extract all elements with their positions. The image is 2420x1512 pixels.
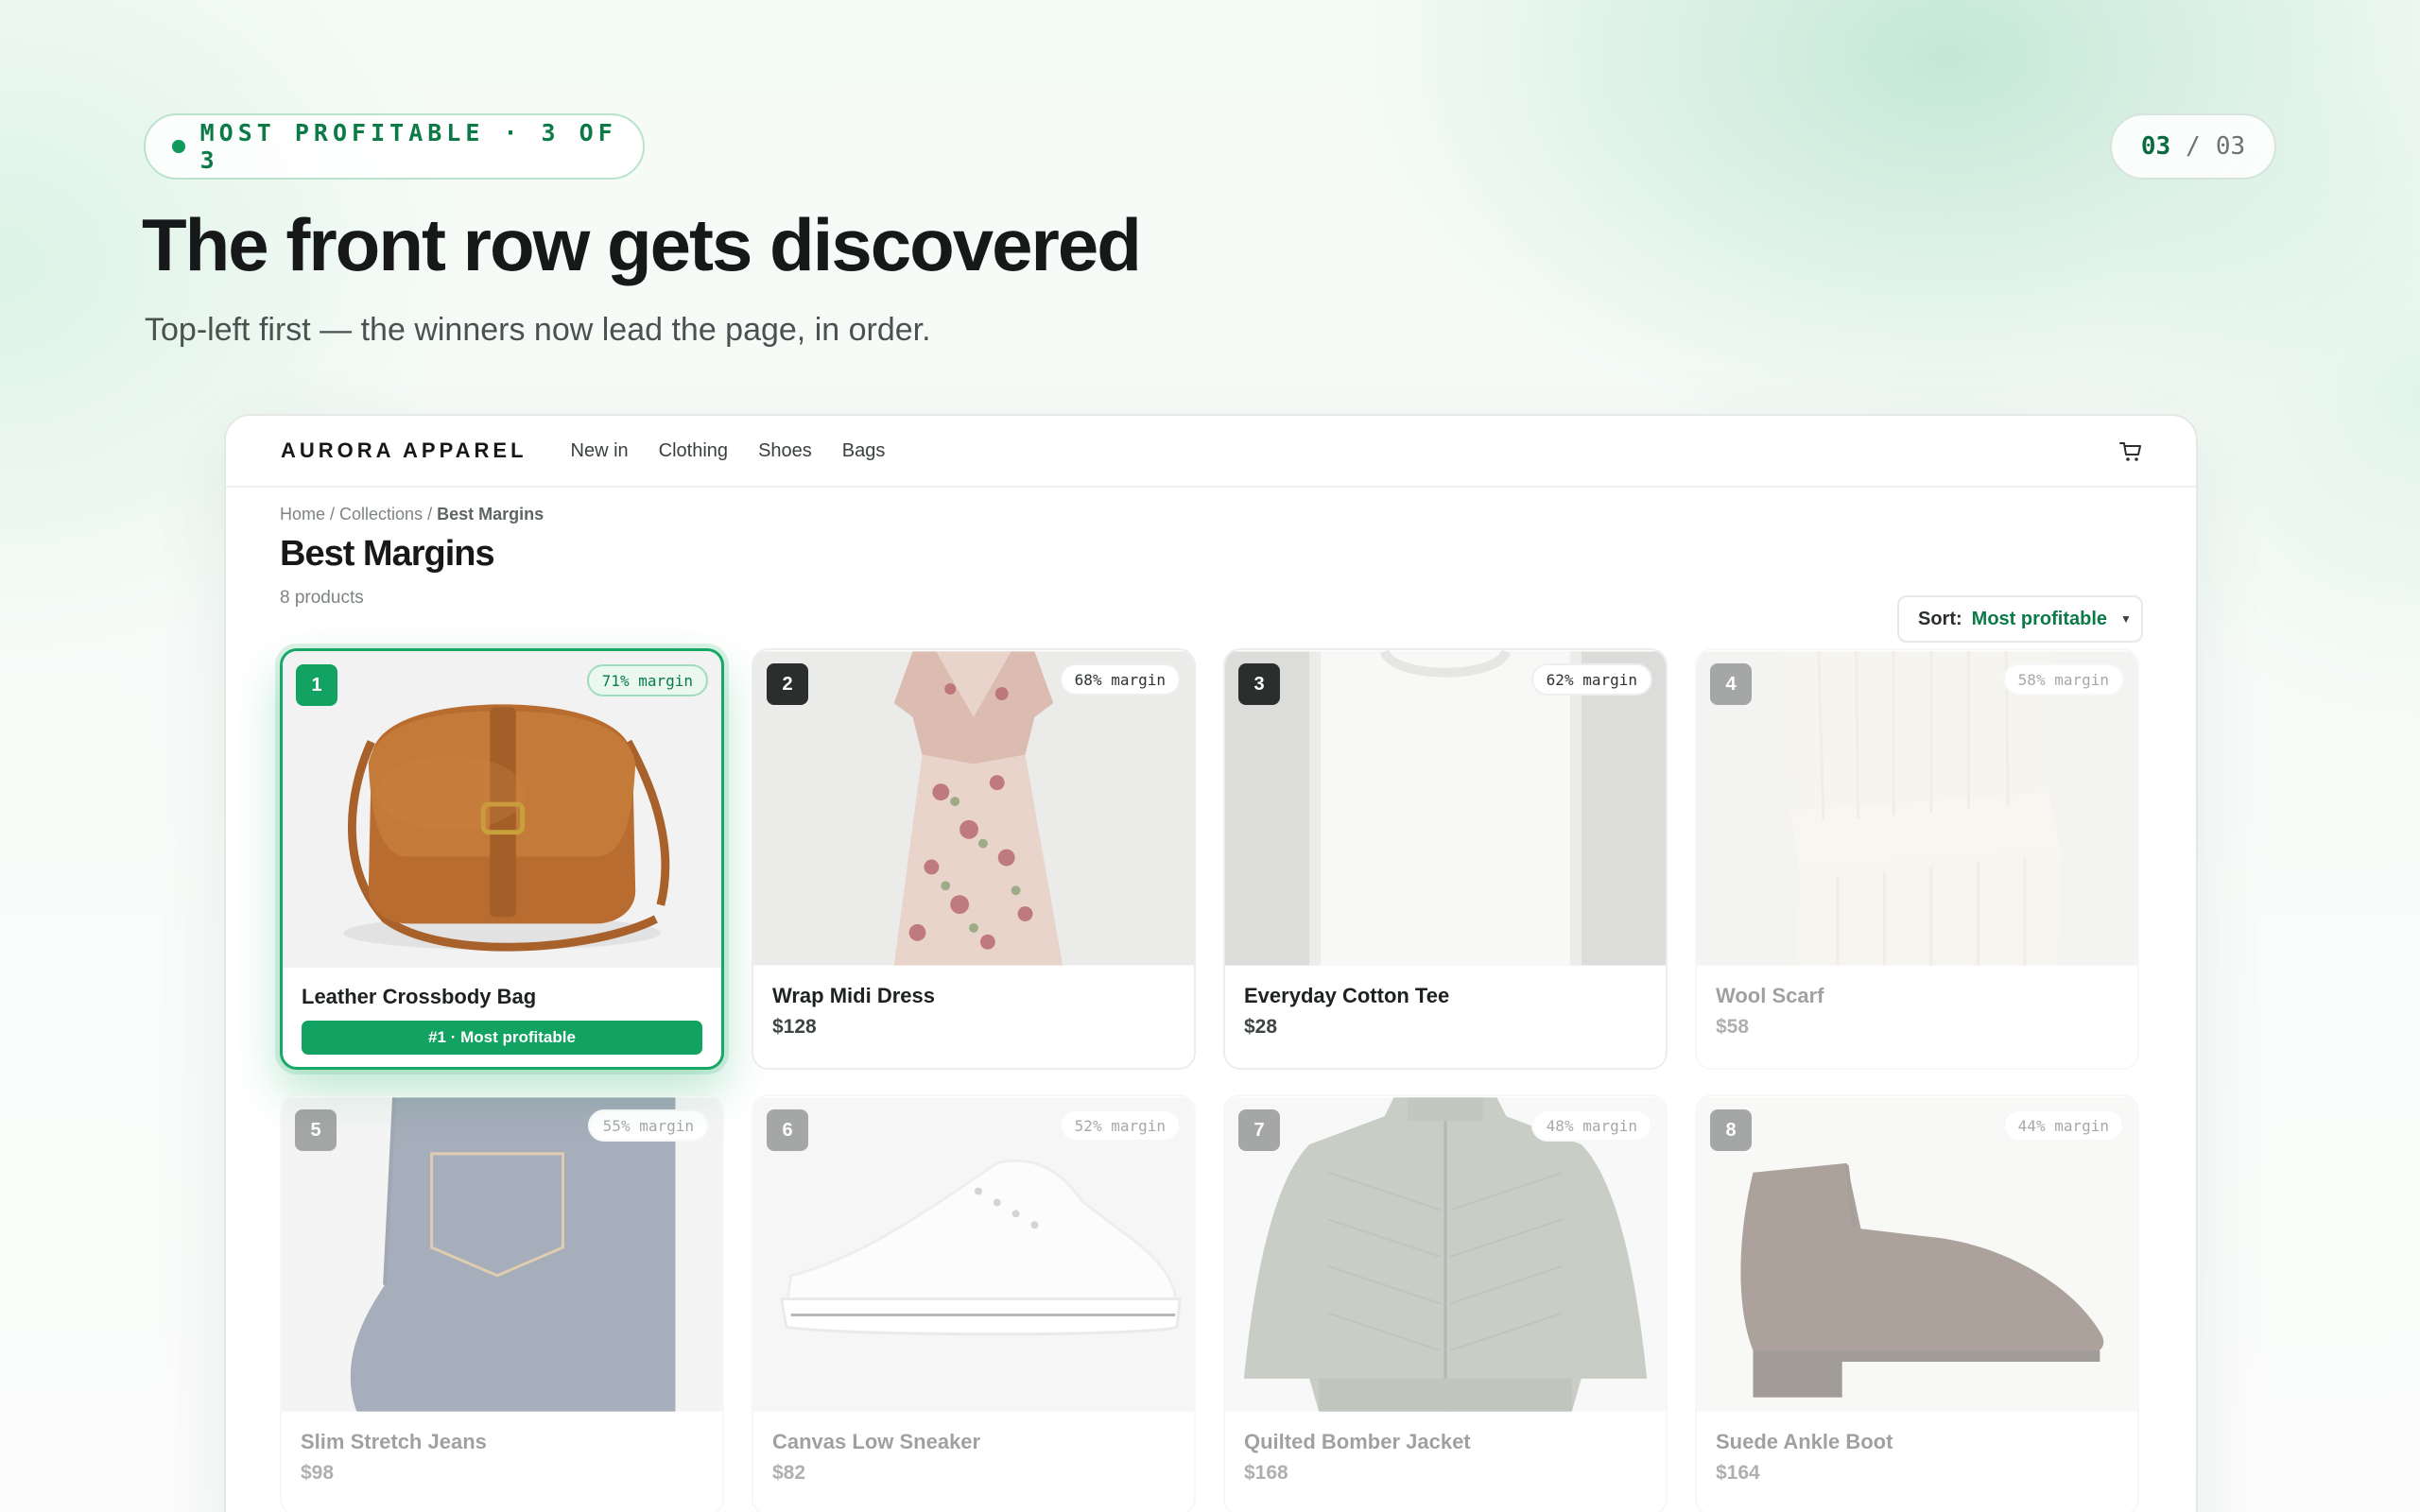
sort-label: Sort: (1918, 608, 1962, 629)
product-name[interactable]: Leather Crossbody Bag (302, 985, 721, 1009)
eyebrow-text: MOST PROFITABLE · 3 OF 3 (199, 119, 617, 174)
ankle-boot-image (1697, 1097, 2137, 1412)
wrap-dress-image (753, 651, 1194, 966)
eyebrow-pill: MOST PROFITABLE · 3 OF 3 (144, 113, 645, 180)
margin-badge: 68% margin (1059, 663, 1181, 696)
counter-separator: / (2186, 132, 2201, 161)
sneaker-image (753, 1097, 1194, 1412)
breadcrumb-collections[interactable]: Collections (339, 505, 423, 524)
product-card[interactable]: 7 48% margin Quilted Bomber Jacket $168 (1223, 1094, 1668, 1512)
product-price: $98 (301, 1462, 335, 1484)
sort-value: Most profitable (1971, 608, 2108, 629)
product-name[interactable]: Canvas Low Sneaker (772, 1430, 1194, 1454)
product-count: 8 products (280, 588, 364, 608)
slide-counter: 03 / 03 (2110, 113, 2276, 180)
product-card[interactable]: 8 44% margin Suede Ankle Boot $164 (1695, 1094, 2139, 1512)
product-price: $58 (1716, 1016, 1750, 1038)
margin-badge: 55% margin (587, 1109, 709, 1142)
rank-badge: 3 (1238, 663, 1280, 705)
product-image: 2 68% margin (753, 650, 1194, 967)
rank-badge: 1 (296, 664, 337, 706)
product-name[interactable]: Suede Ankle Boot (1716, 1430, 2137, 1454)
breadcrumb: Home / Collections / Best Margins (280, 505, 2142, 524)
product-name[interactable]: Slim Stretch Jeans (301, 1430, 722, 1454)
status-dot-icon (172, 140, 185, 153)
product-image: 3 62% margin (1225, 650, 1666, 967)
margin-badge: 44% margin (2002, 1109, 2124, 1142)
subtitle: Top-left first — the winners now lead th… (145, 312, 931, 348)
product-name[interactable]: Wool Scarf (1716, 984, 2137, 1008)
margin-badge: 71% margin (586, 664, 708, 696)
shop-navbar: AURORA APPAREL New in Clothing Shoes Bag… (226, 416, 2196, 488)
cart-icon[interactable] (2118, 440, 2143, 463)
counter-total: 03 (2215, 132, 2246, 161)
margin-badge: 52% margin (1059, 1109, 1181, 1142)
rank-badge: 8 (1710, 1109, 1752, 1151)
product-grid: 1 71% margin Leather Crossbody Bag #1 · … (280, 648, 2139, 1512)
product-card[interactable]: 1 71% margin Leather Crossbody Bag #1 · … (280, 648, 724, 1070)
margin-badge: 62% margin (1530, 663, 1652, 696)
wool-scarf-image (1697, 651, 2137, 966)
product-image: 4 58% margin (1697, 650, 2137, 967)
breadcrumb-current: Best Margins (437, 505, 544, 524)
headline: The front row gets discovered (142, 203, 1142, 286)
product-image: 8 44% margin (1697, 1096, 2137, 1413)
rank-badge: 4 (1710, 663, 1752, 705)
most-profitable-badge: #1 · Most profitable (302, 1021, 702, 1055)
product-image: 7 48% margin (1225, 1096, 1666, 1413)
jeans-image (282, 1097, 722, 1412)
product-name[interactable]: Quilted Bomber Jacket (1244, 1430, 1666, 1454)
product-price: $28 (1244, 1016, 1278, 1038)
nav-link-clothing[interactable]: Clothing (659, 440, 728, 462)
margin-badge: 58% margin (2002, 663, 2124, 696)
rank-badge: 6 (767, 1109, 808, 1151)
product-name[interactable]: Wrap Midi Dress (772, 984, 1194, 1008)
rank-badge: 5 (295, 1109, 337, 1151)
product-card[interactable]: 4 58% margin Wool Scarf $58 (1695, 648, 2139, 1070)
storefront-window: AURORA APPAREL New in Clothing Shoes Bag… (224, 414, 2198, 1512)
sort-dropdown[interactable]: Sort: Most profitable ▼ (1897, 595, 2143, 643)
product-image: 6 52% margin (753, 1096, 1194, 1413)
product-name[interactable]: Everyday Cotton Tee (1244, 984, 1666, 1008)
product-price: $164 (1716, 1462, 1760, 1484)
product-price: $128 (772, 1016, 817, 1038)
product-card[interactable]: 3 62% margin Everyday Cotton Tee $28 (1223, 648, 1668, 1070)
product-price: $168 (1244, 1462, 1288, 1484)
crossbody-bag-image (283, 653, 721, 966)
bomber-jacket-image (1225, 1097, 1666, 1412)
product-card[interactable]: 2 68% margin Wrap Midi Dress $128 (752, 648, 1196, 1070)
nav-link-bags[interactable]: Bags (842, 440, 886, 462)
counter-current: 03 (2140, 132, 2171, 161)
breadcrumb-sep: / (423, 505, 438, 524)
product-image: 1 71% margin (283, 651, 721, 968)
collection-page: Home / Collections / Best Margins Best M… (226, 505, 2196, 643)
cotton-tee-image (1225, 650, 1666, 966)
breadcrumb-sep: / (325, 505, 340, 524)
product-card[interactable]: 5 55% margin Slim Stretch Jeans $98 (280, 1094, 724, 1512)
product-price: $82 (772, 1462, 806, 1484)
brand-logo[interactable]: AURORA APPAREL (281, 438, 527, 463)
chevron-down-icon: ▼ (2120, 612, 2132, 626)
nav-link-shoes[interactable]: Shoes (758, 440, 812, 462)
margin-badge: 48% margin (1530, 1109, 1652, 1142)
product-image: 5 55% margin (282, 1096, 722, 1413)
rank-badge: 7 (1238, 1109, 1280, 1151)
rank-badge: 2 (767, 663, 808, 705)
nav-link-new-in[interactable]: New in (571, 440, 629, 462)
breadcrumb-home[interactable]: Home (280, 505, 325, 524)
product-card[interactable]: 6 52% margin Canvas Low Sneaker $82 (752, 1094, 1196, 1512)
page-title: Best Margins (280, 534, 495, 574)
